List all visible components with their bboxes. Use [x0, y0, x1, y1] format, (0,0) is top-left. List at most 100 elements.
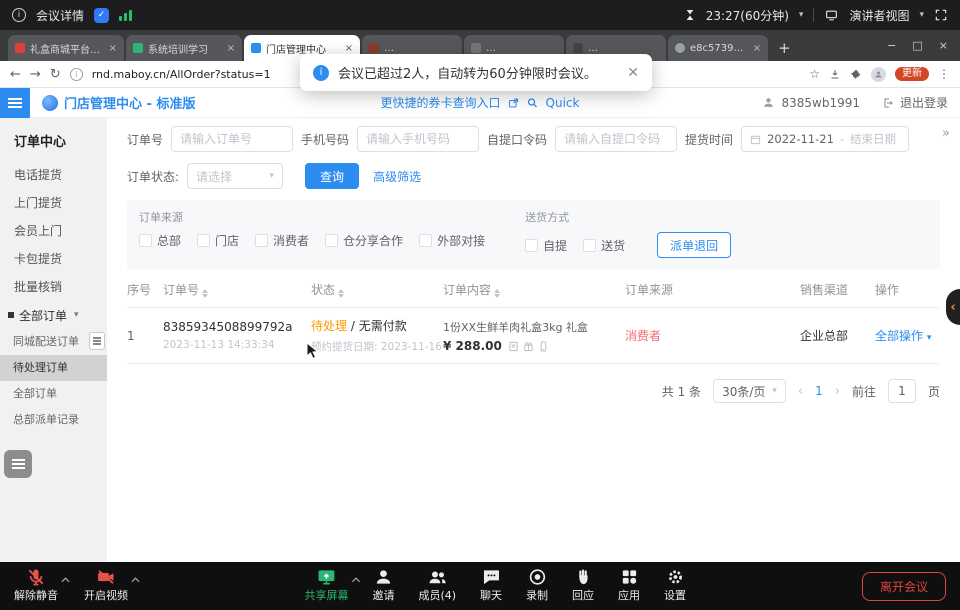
date-range-picker[interactable]: 2022-11-21 - 结束日期 [741, 126, 909, 152]
sidebar-mini-toggle[interactable] [89, 332, 105, 350]
toast-close-icon[interactable]: ✕ [619, 65, 639, 81]
order-status-select[interactable]: 请选择 ▾ [187, 163, 283, 189]
extensions-puzzle-icon[interactable] [850, 68, 862, 80]
checkbox-source-external[interactable]: 外部对接 [419, 232, 485, 249]
advanced-filter-link[interactable]: 高级筛选 [373, 168, 421, 185]
browser-tab-2[interactable]: 系统培训学习 × [126, 35, 242, 61]
col-order-no[interactable]: 订单号 [163, 281, 311, 298]
site-info-icon[interactable]: i [70, 68, 83, 81]
dispatch-return-button[interactable]: 派单退回 [657, 232, 731, 258]
forward-icon[interactable]: → [30, 67, 41, 82]
sidebar-item-card-pickup[interactable]: 卡包提货 [0, 245, 107, 273]
members-button[interactable]: 成员(4) [418, 567, 456, 602]
chevron-up-icon[interactable] [61, 573, 70, 586]
tab-close-icon[interactable]: × [753, 43, 761, 54]
col-content[interactable]: 订单内容 [443, 281, 625, 298]
reload-icon[interactable]: ↻ [50, 67, 61, 82]
checkbox-source-coop[interactable]: 仓分享合作 [325, 232, 403, 249]
sidebar-item-member-visit[interactable]: 会员上门 [0, 217, 107, 245]
chevron-up-icon[interactable] [131, 573, 140, 586]
settings-button[interactable]: 设置 [664, 567, 686, 602]
reactions-button[interactable]: 回应 [572, 567, 594, 602]
checkbox-self-pickup[interactable]: 自提 [525, 237, 567, 254]
checkbox-source-store[interactable]: 门店 [197, 232, 239, 249]
sidebar-subitem-hq-dispatch[interactable]: 总部派单记录 [0, 407, 107, 433]
phone-input[interactable] [357, 126, 479, 152]
view-mode-label[interactable]: 演讲者视图 [849, 7, 909, 24]
apps-button[interactable]: 应用 [618, 567, 640, 602]
external-link-icon[interactable] [508, 97, 520, 109]
logout-link[interactable]: 退出登录 [900, 94, 948, 111]
minimize-button[interactable]: − [887, 39, 896, 52]
pickup-code-label: 自提口令码 [487, 131, 547, 148]
pickup-code-input[interactable] [555, 126, 677, 152]
record-button[interactable]: 录制 [526, 567, 548, 602]
browser-tab-7[interactable]: e8c573980b1328a258fd2e6il × [668, 35, 768, 61]
sidebar-subitem-pending-orders[interactable]: 待处理订单 [0, 355, 107, 381]
quick-link[interactable]: Quick [546, 96, 580, 110]
quick-entry-link[interactable]: 更快捷的券卡查询入口 [381, 94, 501, 111]
meeting-info-icon[interactable]: i [12, 8, 26, 22]
bookmark-star-icon[interactable]: ☆ [809, 67, 820, 81]
tab-close-icon[interactable]: × [109, 43, 117, 54]
sort-icon[interactable] [338, 289, 344, 298]
download-icon[interactable] [829, 68, 841, 80]
browser-update-button[interactable]: 更新 [895, 67, 929, 81]
order-no-input[interactable] [171, 126, 293, 152]
sidebar-item-batch-verify[interactable]: 批量核销 [0, 273, 107, 301]
tab-close-icon[interactable]: × [227, 43, 235, 54]
checkbox-icon [325, 234, 338, 247]
chat-button[interactable]: 聊天 [480, 567, 502, 602]
order-source-group: 订单来源 总部 门店 消费者 仓分享合作 外部对接 [139, 209, 485, 249]
next-page-icon[interactable]: › [835, 384, 840, 399]
search-button[interactable]: 查询 [305, 163, 359, 189]
panel-expand-handle[interactable]: ‹ [946, 289, 960, 325]
back-icon[interactable]: ← [10, 67, 21, 82]
browser-profile-avatar[interactable] [871, 67, 886, 82]
sidebar-item-door-pickup[interactable]: 上门提货 [0, 189, 107, 217]
sidebar-group-all-orders[interactable]: 全部订单 ▾ [0, 301, 107, 329]
checkbox-source-hq[interactable]: 总部 [139, 232, 181, 249]
username[interactable]: 8385wb1991 [781, 96, 860, 110]
invite-button[interactable]: 邀请 [372, 567, 394, 602]
start-video-button[interactable]: 开启视频 [84, 567, 128, 602]
checkbox-delivery[interactable]: 送货 [583, 237, 625, 254]
page-size-select[interactable]: 30条/页 ▾ [713, 379, 786, 403]
sidebar-item-phone-pickup[interactable]: 电话提货 [0, 161, 107, 189]
share-screen-button[interactable]: 共享屏幕 [304, 567, 348, 602]
timer-caret-icon[interactable]: ▾ [799, 10, 804, 20]
security-shield-icon[interactable]: ✓ [94, 8, 109, 23]
fullscreen-icon[interactable] [934, 8, 948, 22]
maximize-button[interactable]: □ [912, 39, 922, 52]
sort-icon[interactable] [202, 289, 208, 298]
close-button[interactable]: × [939, 39, 948, 52]
collapse-panel-icon[interactable]: » [942, 126, 950, 141]
sidebar-subitem-all-orders[interactable]: 全部订单 [0, 381, 107, 407]
order-phone-icon[interactable] [538, 341, 549, 352]
leave-meeting-button[interactable]: 离开会议 [862, 572, 946, 601]
floating-menu-button[interactable] [4, 450, 32, 478]
col-status[interactable]: 状态 [311, 281, 443, 298]
hamburger-icon [8, 102, 22, 104]
unmute-button[interactable]: 解除静音 [14, 567, 58, 602]
browser-menu-icon[interactable]: ⋮ [938, 67, 950, 81]
order-note-icon[interactable] [508, 341, 519, 352]
chevron-up-icon[interactable] [351, 573, 360, 586]
new-tab-button[interactable]: + [770, 39, 801, 61]
checkbox-source-consumer[interactable]: 消费者 [255, 232, 309, 249]
view-caret-icon[interactable]: ▾ [919, 10, 924, 20]
meeting-timer[interactable]: 23:27(60分钟) [706, 7, 789, 24]
current-page[interactable]: 1 [815, 384, 823, 398]
prev-page-icon[interactable]: ‹ [798, 384, 803, 399]
sidebar-toggle-button[interactable] [0, 88, 30, 118]
sort-icon[interactable] [494, 289, 500, 298]
search-icon[interactable] [527, 97, 539, 109]
browser-tab-1[interactable]: 礼盒商城平台管理中心 × [8, 35, 124, 61]
goto-page-input[interactable] [888, 379, 916, 403]
tab-close-icon[interactable]: × [345, 43, 353, 54]
address-bar[interactable]: rnd.maboy.cn/AllOrder?status=1 [92, 68, 271, 81]
meeting-details-label[interactable]: 会议详情 [36, 7, 84, 24]
cell-action[interactable]: 全部操作 ▾ [875, 327, 940, 344]
order-gift-icon[interactable] [523, 341, 534, 352]
date-start-value: 2022-11-21 [767, 132, 834, 146]
